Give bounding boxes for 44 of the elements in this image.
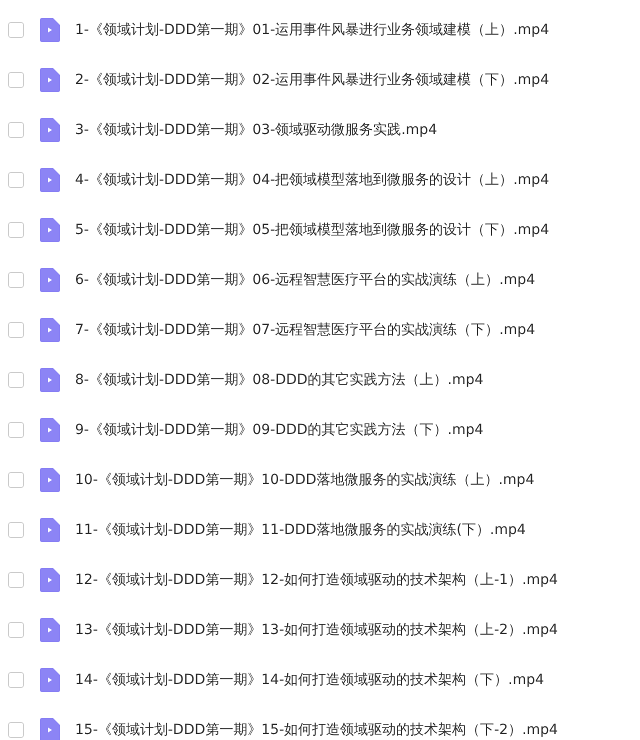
checkbox[interactable] [8, 472, 24, 488]
checkbox[interactable] [8, 22, 24, 38]
checkbox[interactable] [8, 222, 24, 238]
file-name[interactable]: 9-《领域计划-DDD第一期》09-DDD的其它实践方法（下）.mp4 [75, 420, 484, 440]
file-name[interactable]: 8-《领域计划-DDD第一期》08-DDD的其它实践方法（上）.mp4 [75, 370, 484, 390]
video-file-icon [40, 18, 60, 42]
file-name[interactable]: 3-《领域计划-DDD第一期》03-领域驱动微服务实践.mp4 [75, 120, 438, 140]
file-name[interactable]: 11-《领域计划-DDD第一期》11-DDD落地微服务的实战演练(下）.mp4 [75, 520, 526, 540]
checkbox[interactable] [8, 672, 24, 688]
video-file-icon [40, 568, 60, 592]
checkbox[interactable] [8, 572, 24, 588]
file-name[interactable]: 15-《领域计划-DDD第一期》15-如何打造领域驱动的技术架构（下-2）.mp4 [75, 720, 558, 740]
checkbox[interactable] [8, 372, 24, 388]
video-file-icon [40, 218, 60, 242]
checkbox[interactable] [8, 722, 24, 738]
file-name[interactable]: 12-《领域计划-DDD第一期》12-如何打造领域驱动的技术架构（上-1）.mp4 [75, 570, 558, 590]
file-name[interactable]: 5-《领域计划-DDD第一期》05-把领域模型落地到微服务的设计（下）.mp4 [75, 220, 550, 240]
checkbox[interactable] [8, 72, 24, 88]
video-file-icon [40, 318, 60, 342]
checkbox[interactable] [8, 322, 24, 338]
video-file-icon [40, 468, 60, 492]
video-file-icon [40, 118, 60, 142]
video-file-icon [40, 668, 60, 692]
file-name[interactable]: 14-《领域计划-DDD第一期》14-如何打造领域驱动的技术架构（下）.mp4 [75, 670, 544, 690]
checkbox[interactable] [8, 272, 24, 288]
file-name[interactable]: 7-《领域计划-DDD第一期》07-远程智慧医疗平台的实战演练（下）.mp4 [75, 320, 536, 340]
video-file-icon [40, 168, 60, 192]
video-file-icon [40, 68, 60, 92]
video-file-icon [40, 418, 60, 442]
file-name[interactable]: 4-《领域计划-DDD第一期》04-把领域模型落地到微服务的设计（上）.mp4 [75, 170, 550, 190]
video-file-icon [40, 368, 60, 392]
video-file-icon [40, 618, 60, 642]
video-file-icon [40, 518, 60, 542]
file-name[interactable]: 2-《领域计划-DDD第一期》02-运用事件风暴进行业务领域建模（下）.mp4 [75, 70, 550, 90]
file-name[interactable]: 1-《领域计划-DDD第一期》01-运用事件风暴进行业务领域建模（上）.mp4 [75, 20, 550, 40]
video-file-icon [40, 268, 60, 292]
checkbox[interactable] [8, 122, 24, 138]
checkbox[interactable] [8, 622, 24, 638]
checkbox[interactable] [8, 172, 24, 188]
checkbox[interactable] [8, 522, 24, 538]
checkbox[interactable] [8, 422, 24, 438]
file-name[interactable]: 13-《领域计划-DDD第一期》13-如何打造领域驱动的技术架构（上-2）.mp4 [75, 620, 558, 640]
file-name[interactable]: 10-《领域计划-DDD第一期》10-DDD落地微服务的实战演练（上）.mp4 [75, 470, 534, 490]
file-name[interactable]: 6-《领域计划-DDD第一期》06-远程智慧医疗平台的实战演练（上）.mp4 [75, 270, 536, 290]
